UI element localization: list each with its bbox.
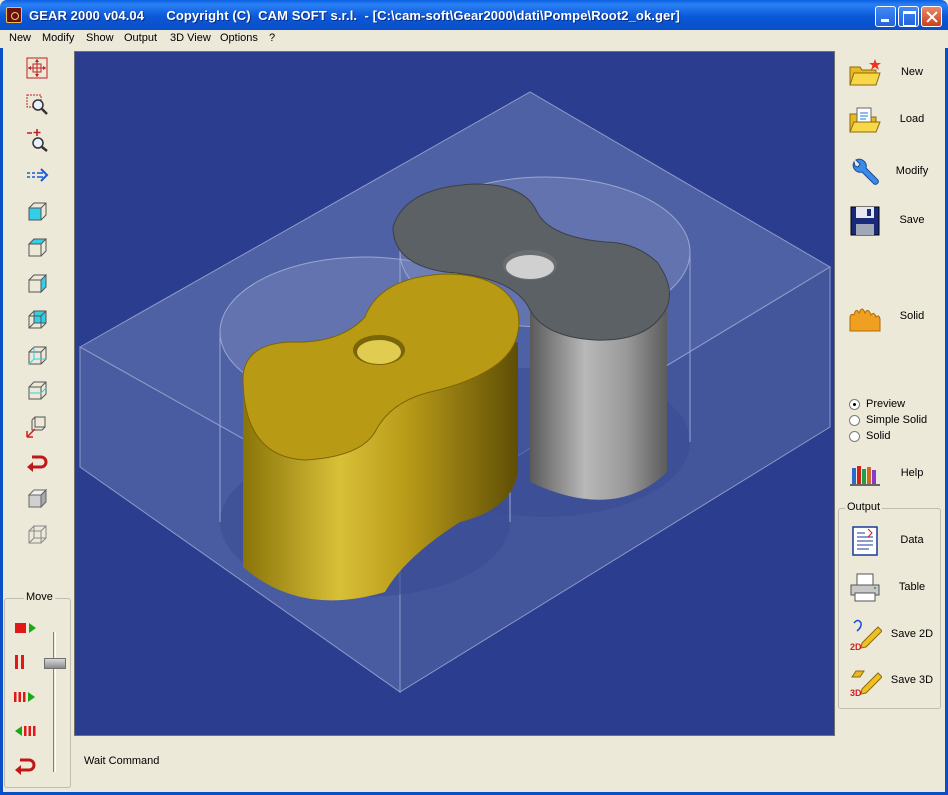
data-button[interactable]: Data: [845, 522, 940, 560]
zoom-window-button[interactable]: [24, 91, 50, 117]
move-arrows-icon: [26, 57, 48, 79]
load-button[interactable]: Load: [845, 101, 940, 139]
pause-icon: [15, 655, 24, 669]
status-text: Wait Command: [84, 755, 160, 767]
printer-icon: [850, 573, 880, 602]
modify-button-label: Modify: [895, 165, 929, 177]
radio-dot-solid[interactable]: [849, 431, 860, 442]
menu-3d-view[interactable]: 3D View: [170, 32, 211, 44]
zoom-in-out-button[interactable]: [24, 127, 50, 153]
window-title: GEAR 2000 v04.04 Copyright (C) CAM SOFT …: [29, 8, 680, 23]
save-2d-button[interactable]: 2D Save 2D: [845, 616, 940, 654]
menu-bar: New Modify Show Output 3D View Options ?: [0, 30, 948, 48]
menu-help[interactable]: ?: [269, 32, 275, 44]
radio-label-solid: Solid: [866, 430, 891, 442]
save-2d-button-label: Save 2D: [890, 628, 934, 640]
move-group-label: Move: [24, 591, 55, 603]
pan-fit-button[interactable]: [24, 55, 50, 81]
cube-top-icon: [27, 238, 48, 257]
menu-output[interactable]: Output: [124, 32, 157, 44]
help-button[interactable]: Help: [845, 455, 940, 493]
save-button[interactable]: Save: [845, 202, 940, 240]
books-icon: [850, 466, 880, 486]
cube-iso-icon: [28, 346, 47, 365]
view-side-button[interactable]: [24, 270, 50, 296]
gear-app-icon[interactable]: [6, 7, 22, 23]
gear-model-render: [75, 52, 834, 735]
undo-arrow-icon: [15, 758, 36, 775]
maximize-button[interactable]: [898, 6, 919, 27]
svg-text:3D: 3D: [850, 688, 862, 697]
modify-button[interactable]: Modify: [845, 153, 940, 191]
play-button[interactable]: [12, 615, 38, 641]
wrench-icon: [852, 158, 879, 185]
open-folder-icon: [849, 107, 881, 133]
radio-label-preview: Preview: [866, 398, 906, 410]
rewind-button[interactable]: [12, 752, 38, 778]
view-wire-button[interactable]: [24, 377, 50, 403]
table-button-label: Table: [898, 581, 926, 593]
floppy-disk-icon: [850, 206, 880, 236]
new-button-label: New: [900, 66, 923, 78]
help-button-label: Help: [900, 467, 924, 479]
minimize-button[interactable]: [875, 6, 896, 27]
new-button[interactable]: New: [845, 54, 940, 92]
3d-viewport[interactable]: [74, 51, 835, 736]
radio-label-simple-solid: Simple Solid: [866, 414, 928, 426]
undo-view-button[interactable]: [24, 449, 50, 475]
save-3d-button[interactable]: 3D Save 3D: [845, 662, 940, 700]
pencil-3d-icon: 3D: [850, 670, 882, 697]
solid-button-label: Solid: [899, 310, 925, 322]
step-forward-icon: [14, 692, 35, 702]
view-axes-button[interactable]: [24, 413, 50, 439]
zoom-window-icon: [26, 94, 48, 115]
menu-options[interactable]: Options: [220, 32, 258, 44]
new-folder-icon: [849, 59, 881, 86]
title-bar: GEAR 2000 v04.04 Copyright (C) CAM SOFT …: [0, 0, 948, 30]
solid-cube-button[interactable]: [24, 485, 50, 511]
undo-arrow-icon: [27, 455, 48, 472]
data-button-label: Data: [900, 534, 924, 546]
solid-button[interactable]: Solid: [845, 298, 940, 336]
pan-right-button[interactable]: [24, 162, 50, 188]
step-forward-button[interactable]: [12, 684, 38, 710]
view-top-button[interactable]: [24, 234, 50, 260]
gear-profile-icon: [849, 308, 881, 332]
speed-slider-thumb[interactable]: [44, 658, 66, 669]
window-frame-left: [0, 30, 3, 795]
menu-show[interactable]: Show: [86, 32, 114, 44]
save-button-label: Save: [899, 214, 925, 226]
cube-wireframe-icon: [28, 381, 47, 400]
zoom-plus-minus-icon: [27, 129, 48, 152]
menu-modify[interactable]: Modify: [42, 32, 74, 44]
save-3d-button-label: Save 3D: [890, 674, 934, 686]
axes-cube-icon: [26, 416, 46, 438]
step-back-button[interactable]: [12, 718, 38, 744]
view-iso-button[interactable]: [24, 342, 50, 368]
svg-text:2D: 2D: [850, 642, 862, 651]
radio-dot-simple-solid[interactable]: [849, 415, 860, 426]
stop-play-icon: [15, 623, 36, 633]
radio-dot-preview[interactable]: [849, 399, 860, 410]
pause-button[interactable]: [8, 649, 34, 675]
close-button[interactable]: [921, 6, 942, 27]
report-icon: [852, 526, 878, 556]
solid-cube-icon: [27, 488, 48, 509]
step-back-icon: [15, 726, 36, 736]
hidden-line-button[interactable]: [24, 521, 50, 547]
cube-back-icon: [28, 310, 47, 329]
menu-new[interactable]: New: [9, 32, 31, 44]
speed-slider-track[interactable]: [53, 632, 56, 772]
table-button[interactable]: Table: [845, 569, 940, 607]
load-button-label: Load: [899, 113, 925, 125]
cube-side-icon: [28, 273, 47, 294]
wire-cube-icon: [28, 525, 47, 544]
cube-front-icon: [28, 202, 47, 221]
view-back-button[interactable]: [24, 306, 50, 332]
view-front-button[interactable]: [24, 198, 50, 224]
pencil-2d-icon: 2D: [850, 619, 882, 651]
arrow-right-icon: [27, 168, 49, 182]
output-group-label: Output: [845, 501, 883, 513]
